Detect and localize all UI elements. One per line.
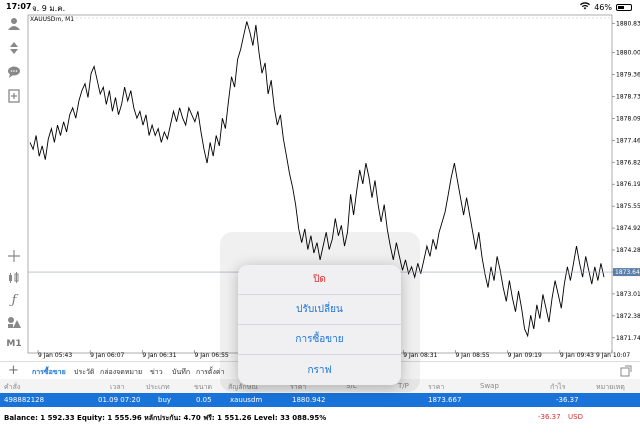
balance-text: Balance: 1 592.33 Equity: 1 555.96 หลักป…: [4, 414, 327, 422]
x-tick-label: 9 Jan 09:19: [508, 352, 542, 359]
tab-news[interactable]: ข่าว: [150, 367, 163, 378]
chart-button[interactable]: กราฟ: [238, 355, 401, 385]
header-time: เวลา: [110, 383, 125, 391]
header-current-price: ราคา: [428, 383, 445, 391]
modify-position-button[interactable]: ปรับเปลี่ยน: [238, 295, 401, 325]
row-volume: 0.05: [196, 396, 212, 404]
header-swap: Swap: [480, 382, 499, 390]
x-tick-label: 9 Jan 09:43: [560, 352, 594, 359]
y-tick-label: 1874.285: [616, 247, 640, 254]
row-time: 01.09 07:20: [98, 396, 141, 404]
row-symbol: xauusdm: [230, 396, 263, 404]
tab-mailbox[interactable]: กล่องจดหมาย: [100, 367, 142, 378]
expand-icon[interactable]: [620, 365, 632, 377]
y-tick-label: 1872.380: [616, 313, 640, 320]
y-tick-label: 1880.000: [616, 50, 640, 57]
close-position-button[interactable]: ปิด: [238, 265, 401, 295]
position-action-sheet: ปิด ปรับเปลี่ยน การซื้อขาย กราฟ: [238, 265, 401, 385]
header-comment: หมายเหตุ: [596, 383, 625, 391]
balance-bar: Balance: 1 592.33 Equity: 1 555.96 หลักป…: [0, 410, 640, 424]
position-row[interactable]: 498882128 01.09 07:20 buy 0.05 xauusdm 1…: [0, 393, 640, 407]
x-tick-label: 9 Jan 06:31: [142, 352, 176, 359]
x-tick-label: 9 Jan 10:07: [596, 352, 630, 359]
balance-currency: USD: [568, 413, 583, 421]
header-order: คำสั่ง: [4, 383, 21, 391]
row-profit: -36.37: [556, 396, 579, 404]
trade-button[interactable]: การซื้อขาย: [238, 325, 401, 355]
y-tick-label: 1877.460: [616, 137, 640, 144]
x-tick-label: 9 Jan 08:55: [455, 352, 489, 359]
y-tick-label: 1873.015: [616, 291, 640, 298]
header-profit: กำไร: [550, 383, 566, 391]
y-tick-label: 1875.555: [616, 203, 640, 210]
y-tick-label: 1876.190: [616, 181, 640, 188]
row-type: buy: [158, 396, 172, 404]
y-tick-label: 1876.825: [616, 159, 640, 166]
tab-journal[interactable]: บันทึก: [172, 367, 190, 378]
x-tick-label: 9 Jan 05:43: [38, 352, 72, 359]
tab-history[interactable]: ประวัติ: [74, 367, 94, 378]
y-tick-label: 1878.095: [616, 115, 640, 122]
y-tick-label: 1880.835: [616, 21, 640, 28]
header-volume: ขนาด: [194, 383, 213, 391]
tab-trade[interactable]: การซื้อขาย: [32, 367, 66, 382]
y-tick-label: 1879.365: [616, 71, 640, 78]
row-order: 498882128: [4, 396, 45, 404]
add-icon[interactable]: +: [8, 363, 19, 378]
row-price: 1880.942: [292, 396, 326, 404]
balance-profit: -36.37: [538, 413, 561, 421]
x-tick-label: 9 Jan 06:07: [90, 352, 124, 359]
row-current-price: 1873.667: [428, 396, 462, 404]
y-tick-label: 1874.920: [616, 225, 640, 232]
y-tick-label: 1878.730: [616, 93, 640, 100]
y-tick-label: 1871.745: [616, 335, 640, 342]
current-price-tag-label: 1873.647: [615, 269, 640, 276]
header-type: ประเภท: [146, 383, 170, 391]
